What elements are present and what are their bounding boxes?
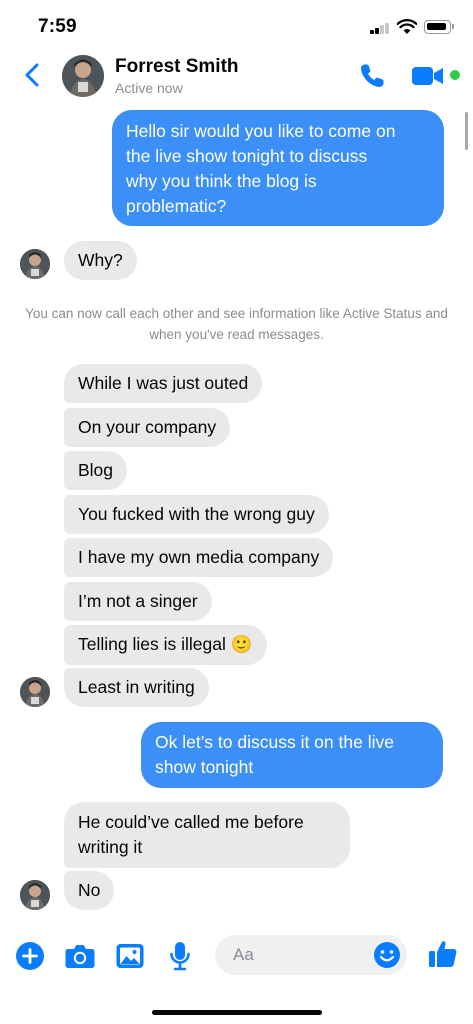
message-bubble-incoming[interactable]: He could’ve called me before writing it (64, 802, 350, 868)
emoji-icon[interactable] (373, 941, 401, 969)
chevron-left-icon[interactable] (20, 60, 46, 90)
message-line: show tonight (155, 757, 254, 777)
gallery-icon[interactable] (115, 942, 145, 970)
scroll-indicator[interactable] (465, 112, 468, 150)
message-bubble-incoming[interactable]: Blog (64, 451, 128, 490)
message-bubble-incoming[interactable]: I’m not a singer (64, 582, 212, 621)
message-bubble-incoming[interactable]: You fucked with the wrong guy (64, 495, 329, 534)
contact-avatar-small[interactable] (20, 677, 50, 707)
battery-tip (452, 24, 454, 29)
message-line: problematic? (126, 196, 227, 216)
message-bubble-incoming[interactable]: Telling lies is illegal 🙂 (64, 625, 267, 665)
conversation-header: Forrest Smith Active now (0, 48, 473, 104)
video-camera-icon[interactable] (411, 63, 445, 89)
message-bubble-incoming[interactable]: On your company (64, 408, 231, 447)
message-text: Telling lies is illegal (78, 634, 226, 654)
system-message: You can now call each other and see info… (25, 306, 448, 342)
message-line: why you think the blog is (126, 171, 317, 191)
cellular-signal-icon (370, 22, 390, 34)
message-line: the live show tonight to discuss (126, 146, 368, 166)
message-bubble-incoming[interactable]: Least in writing (64, 668, 209, 707)
message-bubble-outgoing[interactable]: Ok let’s to discuss it on the live show … (141, 722, 443, 788)
status-time: 7:59 (38, 16, 77, 37)
slightly-smiling-emoji-icon: 🙂 (230, 635, 253, 655)
status-bar: 7:59 (0, 0, 473, 48)
message-line: Hello sir would you like to come on (126, 121, 396, 141)
wifi-icon (397, 19, 417, 34)
message-bubble-incoming[interactable]: Why? (64, 241, 137, 280)
camera-icon[interactable] (64, 942, 96, 970)
message-line: He could’ve called me before (78, 812, 304, 832)
message-line: writing it (78, 837, 143, 857)
contact-avatar[interactable] (62, 55, 104, 97)
message-bubble-incoming[interactable]: While I was just outed (64, 364, 263, 403)
contact-active-status: Active now (115, 80, 183, 96)
message-bubble-incoming[interactable]: I have my own media company (64, 538, 334, 577)
contact-avatar-small[interactable] (20, 880, 50, 910)
home-indicator[interactable] (152, 1010, 322, 1015)
message-bubble-outgoing[interactable]: Hello sir would you like to come on the … (112, 110, 444, 226)
message-bubble-incoming[interactable]: No (64, 871, 115, 910)
microphone-icon[interactable] (168, 940, 192, 972)
active-status-dot (450, 70, 460, 80)
battery-icon (424, 20, 451, 34)
phone-icon[interactable] (357, 61, 387, 91)
contact-name[interactable]: Forrest Smith (115, 56, 239, 78)
thumbs-up-icon[interactable] (427, 938, 459, 970)
plus-icon[interactable] (15, 941, 45, 971)
contact-avatar-small[interactable] (20, 249, 50, 279)
message-line: Ok let’s to discuss it on the live (155, 732, 394, 752)
